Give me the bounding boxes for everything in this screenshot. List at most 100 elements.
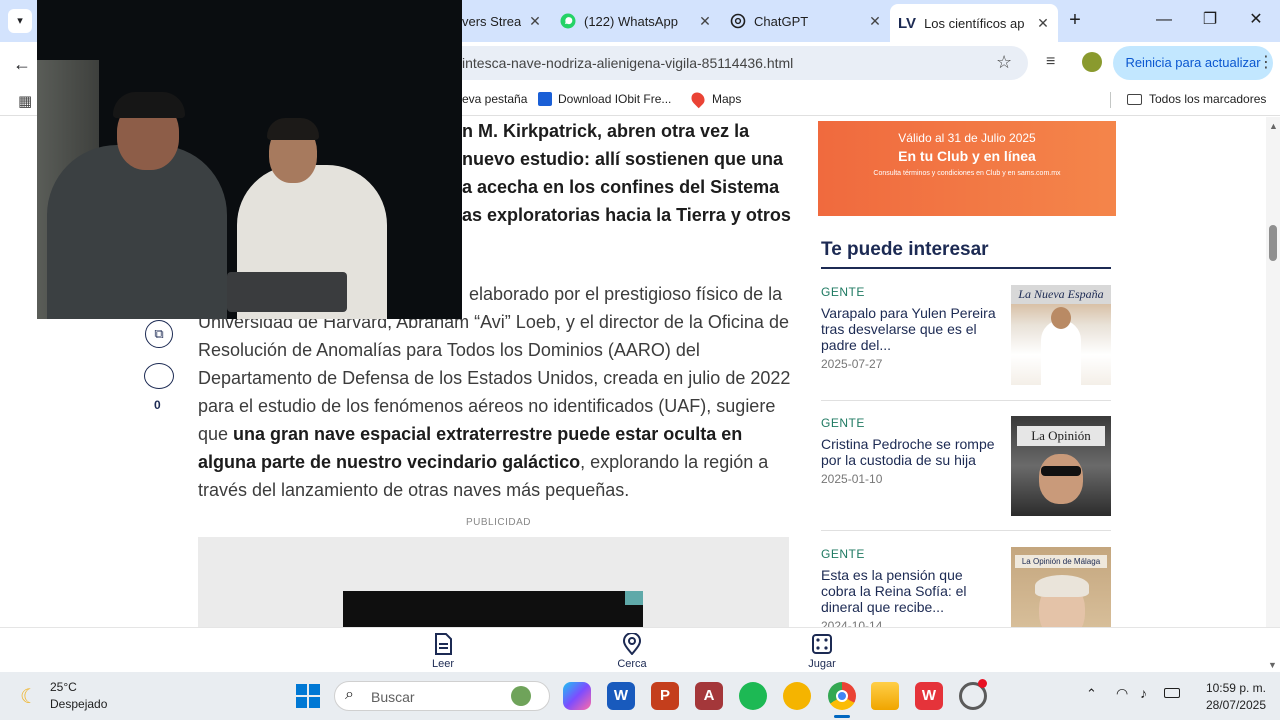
nav-jugar[interactable]: Jugar bbox=[792, 633, 852, 670]
lv-favicon-icon: LV bbox=[898, 14, 917, 32]
tab-title: ChatGPT bbox=[754, 13, 809, 29]
close-icon[interactable]: ✕ bbox=[526, 12, 544, 30]
copilot-icon[interactable] bbox=[563, 682, 591, 710]
text-line: que una gran nave espacial extraterrestr… bbox=[198, 420, 798, 448]
ad-video-placeholder[interactable] bbox=[343, 591, 643, 627]
word-icon[interactable]: W bbox=[607, 682, 635, 710]
nav-label: Leer bbox=[431, 658, 455, 670]
extension-icon[interactable] bbox=[1082, 52, 1102, 72]
whatsapp-icon bbox=[560, 13, 576, 29]
card-title-link[interactable]: Varapalo para Yulen Pereira tras desvela… bbox=[821, 305, 1001, 353]
file-explorer-icon[interactable] bbox=[871, 682, 899, 710]
text-line: para el estudio de los fenómenos aéreos … bbox=[198, 396, 776, 416]
bookmark-star-icon[interactable]: ☆ bbox=[996, 52, 1012, 73]
scroll-up-arrow-icon[interactable]: ▲ bbox=[1269, 121, 1278, 131]
ad-badge-icon bbox=[625, 591, 643, 605]
new-tab-button[interactable]: + bbox=[1063, 8, 1087, 32]
clock-time: 10:59 p. m. bbox=[1205, 681, 1266, 695]
comment-bubble-icon[interactable] bbox=[144, 363, 174, 389]
sidebar-title: Te puede interesar bbox=[821, 239, 989, 260]
chevron-up-icon[interactable]: ⌃ bbox=[1086, 686, 1097, 702]
bookmark-maps[interactable]: Maps bbox=[688, 89, 741, 109]
tab-whatsapp[interactable]: (122) WhatsApp ✕ bbox=[550, 6, 720, 36]
bold-span: una gran nave espacial extraterrestre pu… bbox=[233, 424, 743, 444]
vpn-shield-icon[interactable] bbox=[783, 682, 811, 710]
person-right-hair bbox=[267, 118, 319, 140]
bookmark-new-tab[interactable]: eva pestaña bbox=[462, 92, 527, 106]
picture-in-picture-video[interactable] bbox=[37, 0, 462, 319]
tab-chatgpt[interactable]: ChatGPT ✕ bbox=[720, 6, 890, 36]
nav-leer[interactable]: Leer bbox=[413, 633, 473, 670]
card-thumbnail[interactable]: La Opinión bbox=[1011, 416, 1111, 516]
thumbnail-source-logo: La Opinión bbox=[1017, 426, 1105, 446]
nav-cerca[interactable]: Cerca bbox=[602, 632, 662, 670]
bookmarks-divider bbox=[1110, 92, 1111, 108]
folder-icon bbox=[1127, 93, 1142, 105]
laptop bbox=[227, 272, 347, 312]
wifi-icon[interactable]: ◠ bbox=[1116, 685, 1128, 702]
search-highlight-icon bbox=[511, 686, 531, 706]
card-thumbnail[interactable]: La Opinión de Málaga bbox=[1011, 547, 1111, 627]
person-head bbox=[1051, 307, 1071, 329]
bookmark-label: eva pestaña bbox=[462, 92, 528, 106]
dice-icon bbox=[812, 634, 832, 654]
page-scrollbar[interactable]: ▲ bbox=[1266, 117, 1280, 627]
search-placeholder: Buscar bbox=[371, 689, 415, 705]
chrome-icon[interactable] bbox=[828, 682, 856, 710]
copy-icon[interactable]: ⧉ bbox=[145, 320, 173, 348]
chevron-down-icon: ▾ bbox=[17, 15, 23, 27]
ad-line: Consulta términos y condiciones en Club … bbox=[873, 170, 1061, 177]
bottom-navigation: Leer Cerca Jugar ▼ bbox=[0, 627, 1280, 672]
back-button[interactable]: ← bbox=[10, 52, 34, 76]
powerpoint-icon[interactable]: P bbox=[651, 682, 679, 710]
access-icon[interactable]: A bbox=[695, 682, 723, 710]
card-title-link[interactable]: Esta es la pensión que cobra la Reina So… bbox=[821, 567, 1001, 615]
document-icon bbox=[435, 633, 452, 655]
thumbnail-source-logo: La Opinión de Málaga bbox=[1015, 555, 1107, 568]
close-icon[interactable]: ✕ bbox=[1034, 14, 1052, 32]
wps-office-icon[interactable]: W bbox=[915, 682, 943, 710]
battery-icon[interactable] bbox=[1164, 688, 1180, 698]
more-options-icon[interactable]: ⋮ bbox=[1258, 52, 1274, 72]
close-window-button[interactable]: ✕ bbox=[1244, 8, 1268, 32]
card-separator bbox=[821, 400, 1111, 401]
person-hair bbox=[1035, 575, 1089, 597]
text-line: través del lanzamiento de otras naves má… bbox=[198, 480, 630, 500]
ad-line: Válido al 31 de Julio 2025 bbox=[898, 131, 1036, 145]
scroll-down-arrow-icon[interactable]: ▼ bbox=[1268, 660, 1277, 670]
notification-dot bbox=[978, 679, 987, 688]
minimize-button[interactable]: — bbox=[1152, 8, 1176, 32]
start-button[interactable] bbox=[295, 683, 321, 709]
thumbnail-source-logo: La Nueva España bbox=[1011, 285, 1111, 304]
media-queue-icon[interactable]: ≡ bbox=[1046, 53, 1055, 71]
tab-streaming[interactable]: vers Strea ✕ bbox=[460, 6, 550, 36]
weather-desc: Despejado bbox=[50, 697, 108, 711]
weather-widget[interactable]: ☾ 25°C Despejado bbox=[18, 680, 128, 714]
text-line: a acecha en los confines del Sistema bbox=[462, 177, 780, 197]
clock-date: 28/07/2025 bbox=[1205, 698, 1266, 712]
volume-icon[interactable]: ♪ bbox=[1140, 685, 1147, 701]
spotify-icon[interactable] bbox=[739, 682, 767, 710]
sidebar-ad-banner[interactable]: Válido al 31 de Julio 2025 En tu Club y … bbox=[818, 121, 1116, 216]
all-bookmarks-folder[interactable]: Todos los marcadores bbox=[1127, 92, 1266, 106]
system-clock[interactable]: 10:59 p. m. 28/07/2025 bbox=[1196, 681, 1266, 712]
bold-span: alguna parte de nuestro vecindario galác… bbox=[198, 452, 581, 472]
search-icon: ⌕ bbox=[345, 686, 354, 703]
text-line: Departamento de Defensa de los Estados U… bbox=[198, 368, 791, 388]
tab-los-cientificos[interactable]: LV Los científicos apu ✕ bbox=[890, 4, 1058, 42]
card-date: 2025-01-10 bbox=[821, 472, 883, 486]
close-icon[interactable]: ✕ bbox=[866, 12, 884, 30]
person-figure bbox=[1041, 320, 1081, 385]
relaunch-update-button[interactable]: Reinicia para actualizar bbox=[1113, 46, 1273, 80]
tab-search-button[interactable]: ▾ bbox=[8, 9, 32, 33]
card-thumbnail[interactable]: La Nueva España bbox=[1011, 285, 1111, 385]
card-title-link[interactable]: Cristina Pedroche se rompe por la custod… bbox=[821, 436, 1001, 468]
apps-grid-icon[interactable]: ▦ bbox=[18, 92, 32, 110]
taskbar-search-box[interactable]: ⌕ Buscar bbox=[334, 681, 550, 711]
scrollbar-thumb[interactable] bbox=[1269, 225, 1277, 261]
bookmark-iobit[interactable]: Download IObit Fre... bbox=[538, 92, 671, 106]
ad-line: En tu Club y en línea bbox=[898, 148, 1036, 164]
settings-gear-icon[interactable] bbox=[959, 679, 987, 710]
maximize-button[interactable]: ❐ bbox=[1198, 8, 1222, 32]
close-icon[interactable]: ✕ bbox=[696, 12, 714, 30]
